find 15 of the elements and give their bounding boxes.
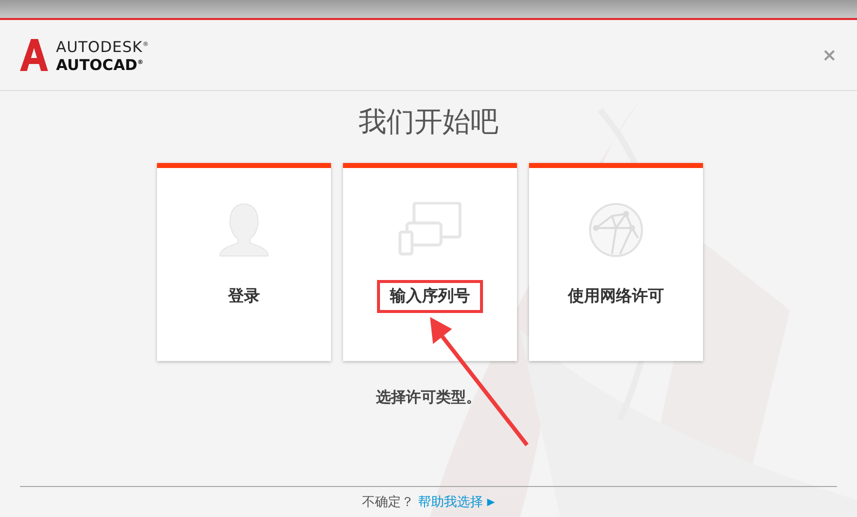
globe-icon — [588, 202, 644, 258]
option-label: 使用网络许可 — [566, 285, 665, 307]
license-option-card[interactable]: 输入序列号 — [343, 163, 517, 361]
license-option-card[interactable]: 登录 — [157, 163, 331, 361]
license-option-card[interactable]: 使用网络许可 — [529, 163, 703, 361]
triangle-icon: ▶ — [487, 496, 495, 508]
option-label: 登录 — [226, 285, 261, 307]
logo-icon — [20, 39, 48, 71]
product-name: AUTOCAD$^{®}$ — [56, 55, 144, 73]
page-title: 我们开始吧 — [358, 104, 498, 140]
brand-name: AUTODESK$^{®}$ — [56, 37, 150, 55]
hint-text: 选择许可类型。 — [376, 388, 481, 406]
devices-icon — [398, 202, 462, 258]
question-text: 不确定？ — [362, 494, 414, 511]
option-label: 输入序列号 — [377, 280, 483, 313]
